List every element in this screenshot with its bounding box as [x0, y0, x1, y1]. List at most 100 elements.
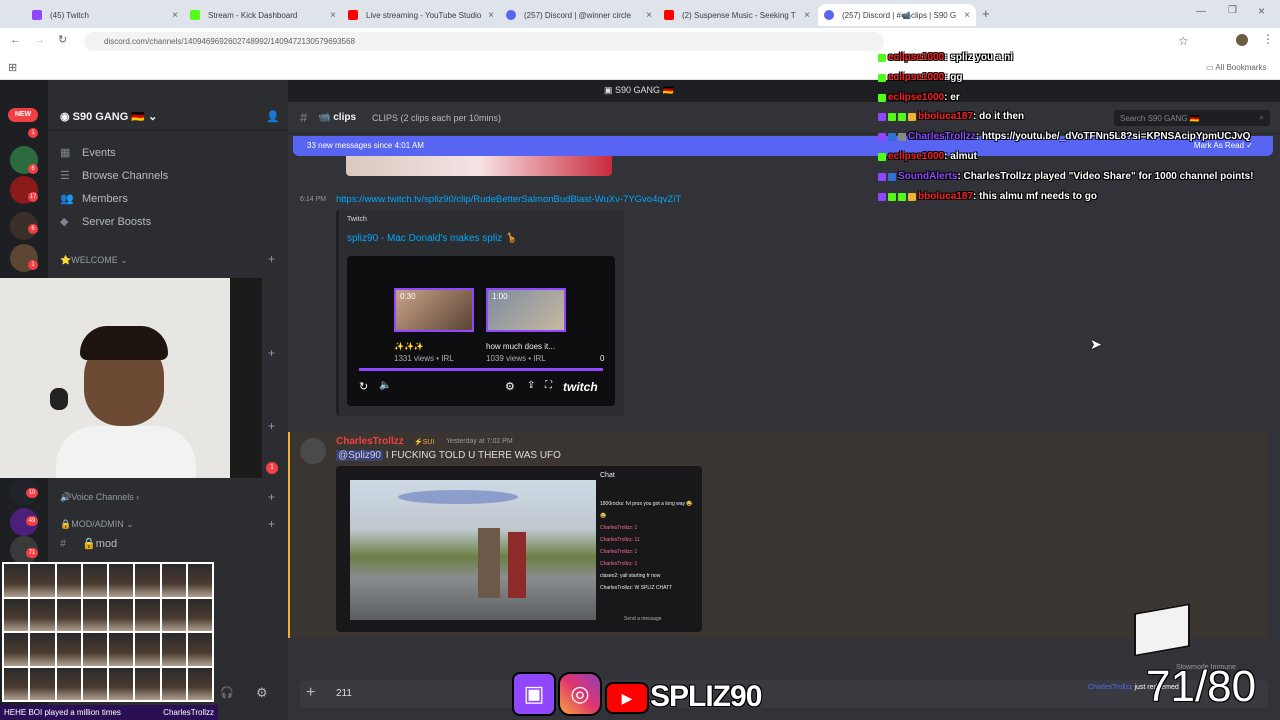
gift-badge-icon	[908, 112, 916, 121]
tab-discord-clips[interactable]: (257) Discord | #📹clips | S90 G ×	[818, 4, 976, 26]
channel-mod[interactable]: # 🔒mod	[60, 537, 117, 551]
chat-line: bboluca187: do it then	[878, 111, 1024, 122]
replay-icon[interactable]: ↻	[359, 380, 368, 393]
add-channel-icon[interactable]: +	[268, 252, 275, 266]
server-name-header[interactable]: ◉ S90 GANG 🇩🇪 ⌄	[60, 110, 157, 123]
embed-video-player[interactable]: 0:30 1:00 ✨✨✨ 1331 views • IRL how much …	[347, 256, 615, 406]
add-channel-icon[interactable]: +	[268, 419, 275, 433]
new-tab-icon[interactable]: +	[982, 6, 990, 21]
twitch-badge-icon	[878, 132, 886, 141]
close-tab-icon[interactable]: ×	[488, 10, 494, 21]
person-shape	[478, 528, 500, 598]
user-mention[interactable]: @Spliz90	[336, 450, 383, 461]
clip-duration: 1:00	[492, 292, 508, 301]
invite-icon[interactable]: 👤	[266, 110, 280, 123]
new-badge: NEW	[8, 108, 38, 122]
kick-badge-icon	[878, 152, 886, 161]
youtube-favicon-icon	[664, 10, 674, 20]
nav-browse-channels[interactable]: ☰ Browse Channels	[60, 169, 168, 183]
twitch-badge-icon	[878, 192, 886, 201]
category-voice[interactable]: 🔊Voice Channels ›	[60, 492, 139, 503]
minimize-icon[interactable]: —	[1196, 6, 1206, 17]
back-icon[interactable]: ←	[10, 34, 21, 46]
mention-badge: 49	[26, 516, 38, 526]
chat-line: bboluca187: this almu mf needs to go	[878, 191, 1097, 202]
browser-tab-bar: (45) Twitch × Stream - Kick Dashboard × Li…	[0, 0, 1280, 28]
mention-badge: 6	[28, 224, 38, 234]
webcam-overlay	[0, 278, 262, 478]
mention-badge: 71	[26, 548, 38, 558]
message-timestamp: 6:14 PM	[300, 196, 327, 203]
reload-icon[interactable]: ↻	[58, 33, 67, 46]
close-tab-icon[interactable]: ×	[646, 10, 652, 21]
tab-youtube-music[interactable]: (2) Suspense Music - Seeking T ×	[658, 4, 816, 26]
discord-favicon-icon	[824, 10, 834, 20]
sub-badge-icon	[898, 132, 906, 141]
menu-kebab-icon[interactable]: ⋮	[1262, 32, 1274, 46]
mute-icon[interactable]: 🔈	[379, 380, 391, 391]
video-attachment[interactable]: Chat 1800rocks: fvl pros you got a long …	[336, 466, 702, 632]
alert-ticker: HEHE BOI played a million times CharlesT…	[0, 705, 218, 720]
add-attachment-icon[interactable]: +	[306, 684, 315, 702]
sub-badge-icon	[888, 192, 896, 201]
list-icon: ☰	[60, 170, 70, 182]
kick-badge-icon	[878, 53, 886, 62]
message-author[interactable]: CharlesTrollzz	[336, 436, 404, 447]
streamer-handle: SPLIZ90	[650, 680, 762, 713]
share-icon[interactable]: ⇪	[527, 380, 535, 391]
tab-discord-winner[interactable]: (257) Discord | @winner circle ×	[500, 4, 658, 26]
chat-line: eclipse1000: er	[878, 92, 960, 103]
profile-avatar-icon[interactable]	[1236, 34, 1248, 46]
clip-meta: 1331 views • IRL	[394, 354, 454, 363]
emote-wall	[2, 562, 214, 702]
webcam-dark-edge	[230, 278, 262, 478]
video-frame[interactable]	[350, 480, 596, 620]
video-chat-header: Chat	[600, 472, 615, 479]
bookmark-star-icon[interactable]: ☆	[1178, 34, 1189, 48]
mod-badge-icon	[888, 132, 896, 141]
settings-icon[interactable]: ⚙	[505, 380, 515, 393]
mention-badge: 17	[28, 192, 38, 202]
clip-meta: 1039 views • IRL	[486, 354, 546, 363]
add-channel-icon[interactable]: +	[268, 346, 275, 360]
settings-gear-icon[interactable]: ⚙	[256, 685, 268, 701]
close-tab-icon[interactable]: ×	[964, 10, 970, 21]
nav-server-boosts[interactable]: ◆ Server Boosts	[60, 215, 151, 229]
sub-badge-icon	[898, 112, 906, 121]
avatar[interactable]	[300, 438, 326, 464]
close-window-icon[interactable]: ×	[1258, 4, 1265, 18]
apps-grid-icon[interactable]: ⊞	[8, 61, 17, 74]
url-field[interactable]: discord.com/channels/1409469692602748992…	[84, 32, 884, 51]
add-channel-icon[interactable]: +	[268, 490, 275, 504]
close-tab-icon[interactable]: ×	[172, 10, 178, 21]
embed-title[interactable]: spliz90 - Mac Donald's makes spliz 🦒	[347, 233, 518, 244]
clip-link[interactable]: https://www.twitch.tv/spliz90/clip/RudeB…	[336, 194, 681, 205]
add-channel-icon[interactable]: +	[268, 517, 275, 531]
close-tab-icon[interactable]: ×	[330, 10, 336, 21]
category-mod-admin[interactable]: 🔒MOD/ADMIN ⌄	[60, 519, 134, 530]
nav-events[interactable]: ▦ Events	[60, 146, 116, 160]
fullscreen-icon[interactable]: ⛶	[545, 380, 552, 391]
twitch-logo-icon: ▣	[512, 672, 556, 716]
clip-thumbnail[interactable]: 0:30	[394, 288, 474, 332]
kick-favicon-icon	[190, 10, 200, 20]
video-progress-bar[interactable]	[359, 368, 603, 371]
headphones-icon[interactable]: 🎧	[220, 686, 234, 699]
chat-line: eclipse1000: spliz you a ni	[878, 52, 1013, 63]
nav-members[interactable]: 👥 Members	[60, 192, 128, 206]
category-welcome[interactable]: ⭐WELCOME ⌄	[60, 255, 128, 266]
tab-twitch[interactable]: (45) Twitch ×	[26, 4, 184, 26]
tab-youtube-studio[interactable]: Live streaming - YouTube Studio ×	[342, 4, 500, 26]
twitch-favicon-icon	[32, 10, 42, 20]
view-count: 0	[600, 354, 605, 363]
previous-clip-thumbnail[interactable]	[346, 156, 612, 176]
window-title: ▣ S90 GANG 🇩🇪	[604, 85, 674, 95]
forward-icon[interactable]: →	[34, 34, 45, 46]
clip-thumbnail[interactable]: 1:00	[486, 288, 566, 332]
close-tab-icon[interactable]: ×	[804, 10, 810, 21]
maximize-icon[interactable]: ❐	[1228, 5, 1237, 16]
video-chat-lines: 1800rocks: fvl pros you got a long way 😂…	[600, 501, 693, 591]
kick-badge-icon	[878, 93, 886, 102]
stream-chat-overlay: eclipse1000: spliz you a ni eclipse1000:…	[876, 50, 1280, 210]
tab-kick[interactable]: Stream - Kick Dashboard ×	[184, 4, 342, 26]
